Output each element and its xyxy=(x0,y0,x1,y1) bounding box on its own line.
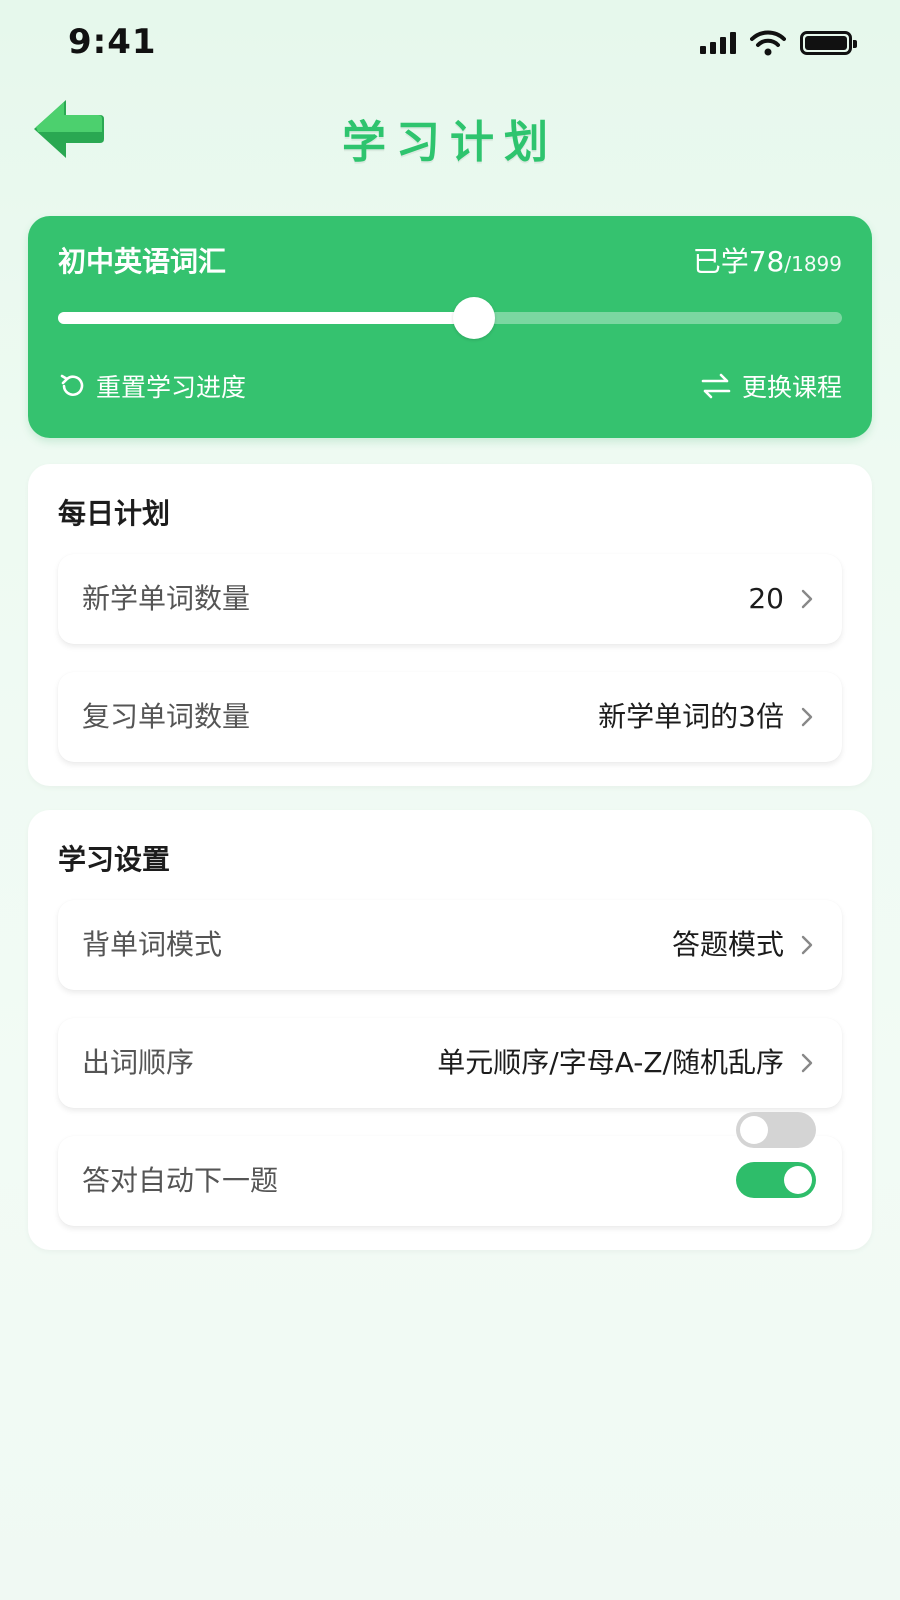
row-value: 答题模式 xyxy=(671,928,784,961)
course-progress-count: 已学 78/1899 xyxy=(693,240,842,280)
daily-plan-section: 每日计划 新学单词数量 20 复习单词数量 新学单词的3倍 xyxy=(28,464,872,786)
auto-next-row: 答对自动下一题 xyxy=(58,1136,842,1226)
learned-prefix: 已学 xyxy=(692,245,749,278)
chevron-right-icon xyxy=(801,935,813,955)
new-words-count-row[interactable]: 新学单词数量 20 xyxy=(58,554,842,644)
page-title: 学习计划 xyxy=(342,117,558,168)
auto-next-toggle-off-state[interactable] xyxy=(736,1112,816,1148)
chevron-right-icon xyxy=(801,707,813,727)
memorize-mode-row[interactable]: 背单词模式 答题模式 xyxy=(58,900,842,990)
daily-plan-title: 每日计划 xyxy=(58,497,171,530)
wifi-icon xyxy=(750,30,786,56)
progress-track xyxy=(58,297,842,339)
row-label: 背单词模式 xyxy=(82,928,223,961)
reset-progress-button[interactable]: 重置学习进度 xyxy=(58,368,246,404)
status-time: 9:41 xyxy=(68,22,157,62)
course-card: 初中英语词汇 已学 78/1899 重置学习进度 更换课程 xyxy=(28,216,872,438)
course-name: 初中英语词汇 xyxy=(58,245,227,278)
battery-icon xyxy=(800,31,857,55)
status-bar: 9:41 xyxy=(0,0,900,90)
chevron-right-icon xyxy=(801,589,813,609)
switch-course-label: 更换课程 xyxy=(741,373,842,402)
row-value: 新学单词的3倍 xyxy=(598,700,784,733)
study-settings-title: 学习设置 xyxy=(58,843,171,876)
swap-icon xyxy=(701,373,731,399)
row-label: 复习单词数量 xyxy=(82,700,251,733)
reset-icon xyxy=(60,374,84,396)
row-value: 单元顺序/字母A-Z/随机乱序 xyxy=(437,1046,784,1079)
auto-next-toggle[interactable] xyxy=(736,1162,816,1198)
switch-course-button[interactable]: 更换课程 xyxy=(700,368,842,404)
progress-fill xyxy=(58,312,474,324)
word-order-row[interactable]: 出词顺序 单元顺序/字母A-Z/随机乱序 xyxy=(58,1018,842,1108)
learned-count: 78 xyxy=(748,245,785,278)
status-icons xyxy=(700,30,857,56)
row-label: 答对自动下一题 xyxy=(82,1164,279,1197)
row-value: 20 xyxy=(748,582,784,615)
reset-progress-label: 重置学习进度 xyxy=(96,373,247,402)
cellular-signal-icon xyxy=(700,32,736,54)
total-count: /1899 xyxy=(784,252,842,276)
progress-slider-thumb[interactable] xyxy=(452,297,495,339)
study-settings-section: 学习设置 背单词模式 答题模式 出词顺序 单元顺序/字母A-Z/随机乱序 答对自… xyxy=(28,810,872,1250)
row-label: 出词顺序 xyxy=(82,1046,195,1079)
chevron-right-icon xyxy=(801,1053,813,1073)
review-words-count-row[interactable]: 复习单词数量 新学单词的3倍 xyxy=(58,672,842,762)
row-label: 新学单词数量 xyxy=(82,582,251,615)
